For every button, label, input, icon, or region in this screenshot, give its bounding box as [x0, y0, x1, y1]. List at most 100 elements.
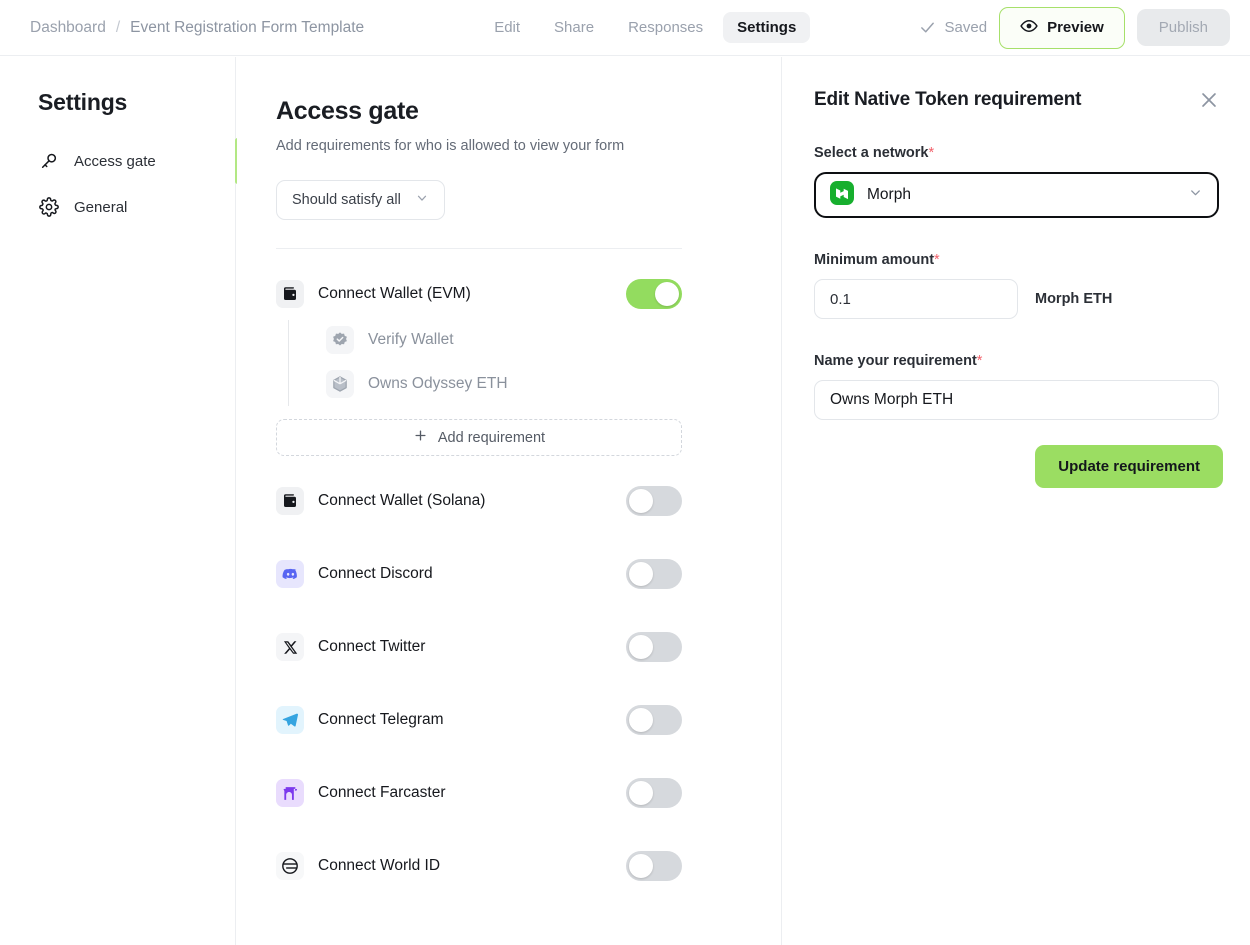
network-field: Select a network* Morph — [814, 145, 1219, 218]
requirement-label: Connect Wallet (EVM) — [318, 285, 471, 302]
satisfy-logic-select[interactable]: Should satisfy all — [276, 180, 445, 220]
requirement-name-input[interactable] — [814, 380, 1219, 420]
settings-sidebar: Settings Access gate General — [0, 57, 240, 945]
requirement-row-connect-farcaster[interactable]: Connect Farcaster — [276, 773, 682, 813]
requirement-label: Connect Wallet (Solana) — [318, 492, 486, 509]
close-icon[interactable] — [1198, 89, 1220, 111]
name-label-text: Name your requirement — [814, 353, 977, 369]
telegram-icon — [276, 706, 304, 734]
panel-title: Edit Native Token requirement — [814, 89, 1082, 110]
publish-button[interactable]: Publish — [1136, 9, 1230, 46]
satisfy-logic-value: Should satisfy all — [292, 192, 401, 208]
edit-requirement-panel: Edit Native Token requirement Select a n… — [783, 57, 1250, 945]
child-requirement-owns-odyssey-eth[interactable]: Owns Odyssey ETH — [312, 362, 781, 406]
update-requirement-button[interactable]: Update requirement — [1035, 445, 1223, 488]
child-requirement-label: Owns Odyssey ETH — [368, 375, 508, 392]
requirement-label: Connect Farcaster — [318, 784, 446, 801]
child-requirement-verify-wallet[interactable]: Verify Wallet — [312, 318, 781, 362]
panel-footer: Update requirement — [783, 445, 1223, 488]
breadcrumb: Dashboard / Event Registration Form Temp… — [30, 19, 364, 37]
requirement-label: Connect World ID — [318, 857, 441, 874]
morph-icon — [830, 180, 854, 210]
top-bar-actions: Saved Preview Publish — [919, 6, 1230, 49]
network-label: Select a network* — [814, 145, 1219, 161]
breadcrumb-current-form[interactable]: Event Registration Form Template — [130, 19, 364, 37]
toggle-connect-twitter[interactable] — [626, 632, 682, 662]
farcaster-icon — [276, 779, 304, 807]
page-title: Access gate — [276, 97, 419, 125]
toggle-connect-farcaster[interactable] — [626, 778, 682, 808]
add-requirement-button[interactable]: Add requirement — [276, 419, 682, 456]
tab-settings[interactable]: Settings — [723, 12, 811, 43]
requirement-row-connect-world-id[interactable]: Connect World ID — [276, 846, 682, 886]
required-asterisk: * — [928, 145, 935, 161]
chevron-down-icon — [1188, 185, 1203, 205]
preview-button[interactable]: Preview — [999, 6, 1125, 49]
saved-status: Saved — [919, 19, 988, 36]
check-icon — [919, 19, 936, 36]
name-label: Name your requirement* — [814, 353, 1219, 369]
toggle-knob — [629, 635, 653, 659]
toggle-knob — [629, 781, 653, 805]
toggle-connect-wallet-evm[interactable] — [626, 279, 682, 309]
network-select[interactable]: Morph — [814, 172, 1219, 218]
tab-responses[interactable]: Responses — [614, 12, 717, 43]
toggle-knob — [629, 562, 653, 586]
toggle-knob — [629, 854, 653, 878]
tab-edit[interactable]: Edit — [480, 12, 534, 43]
network-selected-value: Morph — [867, 186, 911, 203]
amount-row: Morph ETH — [814, 279, 1219, 319]
name-field: Name your requirement* — [814, 353, 1219, 420]
sidebar-nav-list: Access gate General — [0, 138, 240, 230]
child-requirement-label: Verify Wallet — [368, 331, 454, 348]
sidebar-item-general[interactable]: General — [0, 184, 235, 230]
tab-share[interactable]: Share — [540, 12, 608, 43]
requirement-row-connect-wallet-evm[interactable]: Connect Wallet (EVM) — [276, 274, 682, 314]
amount-label: Minimum amount* — [814, 252, 1219, 268]
breadcrumb-dashboard-link[interactable]: Dashboard — [30, 19, 106, 37]
requirement-row-connect-twitter[interactable]: Connect Twitter — [276, 627, 682, 667]
discord-icon — [276, 560, 304, 588]
toggle-knob — [629, 708, 653, 732]
cube-icon — [326, 370, 354, 398]
x-twitter-icon — [276, 633, 304, 661]
page-subtitle: Add requirements for who is allowed to v… — [276, 138, 625, 154]
panel-header: Edit Native Token requirement — [814, 89, 1220, 111]
requirement-row-connect-wallet-solana[interactable]: Connect Wallet (Solana) — [276, 481, 682, 521]
toggle-connect-telegram[interactable] — [626, 705, 682, 735]
requirement-row-connect-telegram[interactable]: Connect Telegram — [276, 700, 682, 740]
key-icon — [38, 151, 59, 172]
requirement-label: Connect Telegram — [318, 711, 444, 728]
section-divider — [276, 248, 682, 249]
requirement-row-connect-discord[interactable]: Connect Discord — [276, 554, 682, 594]
toggle-connect-wallet-solana[interactable] — [626, 486, 682, 516]
amount-label-text: Minimum amount — [814, 252, 935, 268]
saved-label: Saved — [944, 19, 988, 36]
gear-icon — [38, 197, 59, 218]
preview-label: Preview — [1047, 19, 1104, 36]
toggle-knob — [629, 489, 653, 513]
minimum-amount-input[interactable] — [814, 279, 1018, 319]
requirement-label: Connect Twitter — [318, 638, 426, 655]
breadcrumb-separator: / — [115, 18, 121, 36]
wallet-icon — [276, 487, 304, 515]
toggle-connect-discord[interactable] — [626, 559, 682, 589]
wallet-icon — [276, 280, 304, 308]
add-requirement-label: Add requirement — [437, 429, 546, 446]
amount-unit-label: Morph ETH — [1035, 291, 1113, 307]
toggle-connect-world-id[interactable] — [626, 851, 682, 881]
chevron-down-icon — [415, 191, 429, 209]
network-label-text: Select a network — [814, 145, 929, 161]
sidebar-title: Settings — [38, 89, 128, 115]
top-nav-tabs: Edit Share Responses Settings — [480, 12, 811, 43]
access-gate-panel: Access gate Add requirements for who is … — [237, 57, 782, 945]
required-asterisk: * — [976, 353, 983, 369]
worldid-icon — [276, 852, 304, 880]
sidebar-item-access-gate[interactable]: Access gate — [0, 138, 240, 184]
eye-icon — [1020, 17, 1038, 39]
sidebar-item-label: General — [74, 198, 128, 216]
toggle-knob — [655, 282, 679, 306]
plus-icon — [413, 428, 428, 447]
required-asterisk: * — [934, 252, 940, 268]
amount-field: Minimum amount* Morph ETH — [814, 252, 1219, 319]
